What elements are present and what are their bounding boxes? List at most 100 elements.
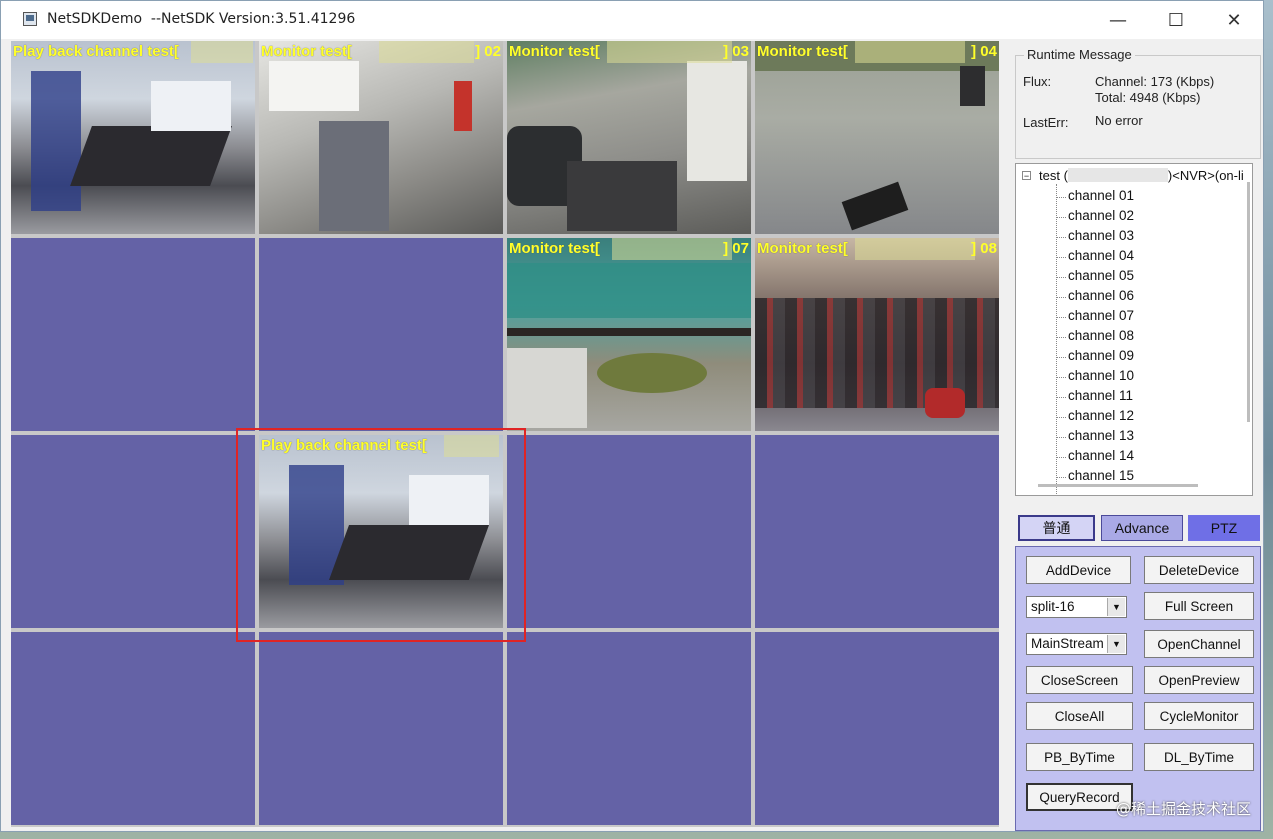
camera-feed-office [11, 41, 255, 234]
tree-item-channel[interactable]: channel 15 [1068, 468, 1134, 483]
close-screen-button[interactable]: CloseScreen [1026, 666, 1133, 694]
split-select[interactable]: split-16 ▼ [1026, 596, 1127, 618]
tree-item-channel[interactable]: channel 03 [1068, 228, 1134, 243]
video-cell-14[interactable] [259, 632, 503, 825]
camera-feed-road [755, 41, 999, 234]
device-tree[interactable]: − test ()<NVR>(on-li channel 01 channel 02… [1015, 163, 1253, 496]
camera-feed-gate [259, 41, 503, 234]
cycle-monitor-button[interactable]: CycleMonitor [1144, 702, 1254, 730]
lasterr-value: No error [1095, 113, 1143, 128]
video-cell-05[interactable] [11, 238, 255, 431]
video-cell-09[interactable] [11, 435, 255, 628]
stream-select[interactable]: MainStream ▼ [1026, 633, 1127, 655]
osd-channel-number: ] 02 [475, 43, 501, 60]
osd-channel-label: Monitor test[ [509, 240, 600, 257]
video-cell-08[interactable]: Monitor test[ ] 08 [755, 238, 999, 431]
runtime-message-group: Runtime Message Flux: Channel: 173 (Kbps… [1015, 47, 1261, 159]
osd-channel-number: ] 08 [971, 240, 997, 257]
pb-by-time-button[interactable]: PB_ByTime [1026, 743, 1133, 771]
open-channel-button[interactable]: OpenChannel [1144, 630, 1254, 658]
tree-item-channel[interactable]: channel 13 [1068, 428, 1134, 443]
tree-item-channel[interactable]: channel 01 [1068, 188, 1134, 203]
tree-item-channel[interactable]: channel 10 [1068, 368, 1134, 383]
tree-root-device[interactable]: − test ()<NVR>(on-li [1022, 168, 1244, 183]
osd-channel-label: Play back channel test[ [13, 43, 179, 60]
watermark: @稀土掘金技术社区 [1115, 800, 1251, 818]
flux-channel-value: Channel: 173 (Kbps) [1095, 74, 1215, 89]
add-device-button[interactable]: AddDevice [1026, 556, 1131, 584]
video-cell-07[interactable]: Monitor test[ ] 07 [507, 238, 751, 431]
video-cell-06[interactable] [259, 238, 503, 431]
app-icon [23, 12, 37, 26]
tab-advance[interactable]: Advance [1101, 515, 1183, 541]
video-cell-01[interactable]: Play back channel test[ [11, 41, 255, 234]
osd-channel-number: ] 07 [723, 240, 749, 257]
tree-item-channel[interactable]: channel 11 [1068, 388, 1133, 403]
tree-item-channel[interactable]: channel 06 [1068, 288, 1134, 303]
video-cell-12[interactable] [755, 435, 999, 628]
tree-item-channel[interactable]: channel 05 [1068, 268, 1134, 283]
close-icon[interactable]: ✕ [1205, 1, 1263, 39]
collapse-icon[interactable]: − [1022, 171, 1031, 181]
osd-channel-label: Monitor test[ [757, 43, 848, 60]
privacy-mask [855, 238, 975, 260]
privacy-mask [191, 41, 253, 63]
osd-channel-label: Monitor test[ [757, 240, 848, 257]
minimize-icon[interactable]: — [1089, 1, 1147, 39]
maximize-icon[interactable]: ☐ [1147, 1, 1205, 39]
full-screen-button[interactable]: Full Screen [1144, 592, 1254, 620]
close-all-button[interactable]: CloseAll [1026, 702, 1133, 730]
tab-normal[interactable]: 普通 [1018, 515, 1095, 541]
split-value: split-16 [1031, 599, 1075, 614]
osd-channel-label: Monitor test[ [261, 43, 352, 60]
tree-item-channel[interactable]: channel 12 [1068, 408, 1134, 423]
osd-channel-label: Monitor test[ [509, 43, 600, 60]
tree-horizontal-scrollbar[interactable] [1038, 484, 1198, 487]
flux-total-value: Total: 4948 (Kbps) [1095, 90, 1201, 105]
privacy-mask [612, 238, 732, 260]
osd-channel-number: ] 04 [971, 43, 997, 60]
control-panel: Runtime Message Flux: Channel: 173 (Kbps… [1003, 41, 1263, 831]
privacy-mask [444, 435, 499, 457]
tree-item-channel[interactable]: channel 04 [1068, 248, 1134, 263]
tab-ptz[interactable]: PTZ [1188, 515, 1260, 541]
privacy-mask [607, 41, 732, 63]
stream-value: MainStream [1031, 636, 1104, 651]
video-cell-10[interactable]: Play back channel test[ [259, 435, 503, 628]
camera-feed-construction-site [507, 238, 751, 431]
delete-device-button[interactable]: DeleteDevice [1144, 556, 1254, 584]
video-split-grid: Play back channel test[ Monitor test[ ] … [11, 41, 999, 827]
osd-channel-label: Play back channel test[ [261, 437, 427, 454]
camera-feed-office-playback [259, 435, 503, 628]
video-cell-03[interactable]: Monitor test[ ] 03 [507, 41, 751, 234]
video-cell-15[interactable] [507, 632, 751, 825]
netsdk-demo-window: NetSDKDemo --NetSDK Version:3.51.41296 —… [0, 0, 1264, 832]
tree-vertical-scrollbar[interactable] [1247, 182, 1250, 422]
flux-label: Flux: [1023, 74, 1052, 89]
tree-item-channel[interactable]: channel 08 [1068, 328, 1134, 343]
lasterr-label: LastErr: [1023, 115, 1069, 130]
title-bar[interactable]: NetSDKDemo --NetSDK Version:3.51.41296 —… [1, 1, 1263, 39]
camera-feed-scooter-parking [755, 238, 999, 431]
dl-by-time-button[interactable]: DL_ByTime [1144, 743, 1254, 771]
dropdown-arrow-icon[interactable]: ▼ [1107, 598, 1125, 616]
tree-item-channel[interactable]: channel 02 [1068, 208, 1134, 223]
window-title: NetSDKDemo --NetSDK Version:3.51.41296 [47, 11, 356, 27]
privacy-mask [379, 41, 474, 63]
video-cell-16[interactable] [755, 632, 999, 825]
video-cell-02[interactable]: Monitor test[ ] 02 [259, 41, 503, 234]
runtime-message-title: Runtime Message [1024, 47, 1135, 62]
open-preview-button[interactable]: OpenPreview [1144, 666, 1254, 694]
camera-feed-street [507, 41, 751, 234]
video-cell-13[interactable] [11, 632, 255, 825]
dropdown-arrow-icon[interactable]: ▼ [1107, 635, 1125, 653]
osd-channel-number: ] 03 [723, 43, 749, 60]
video-cell-11[interactable] [507, 435, 751, 628]
privacy-mask [855, 41, 965, 63]
masked-ip [1067, 168, 1168, 182]
tree-item-channel[interactable]: channel 14 [1068, 448, 1134, 463]
tree-item-channel[interactable]: channel 07 [1068, 308, 1134, 323]
button-panel: AddDevice DeleteDevice split-16 ▼ Full S… [1015, 546, 1261, 831]
video-cell-04[interactable]: Monitor test[ ] 04 [755, 41, 999, 234]
tree-item-channel[interactable]: channel 09 [1068, 348, 1134, 363]
